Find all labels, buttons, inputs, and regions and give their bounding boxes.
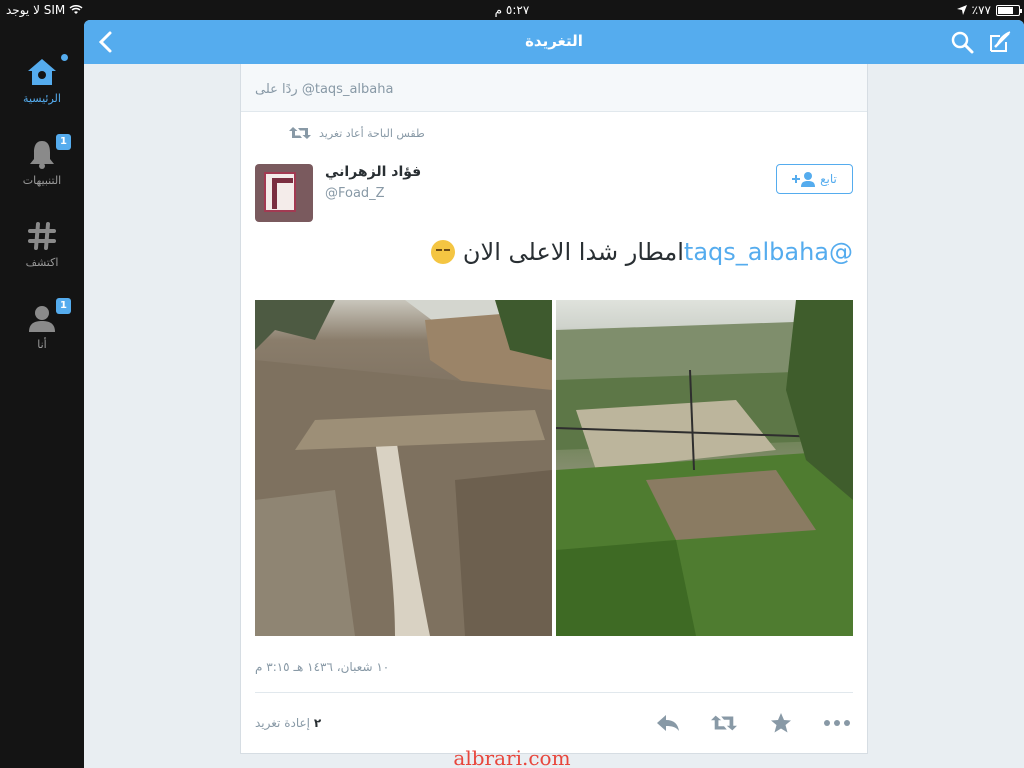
waterfall-photo	[255, 300, 552, 636]
tweet-panel: التغريدة ردًا على @taqs_albaha طقس الباح…	[84, 20, 1024, 768]
add-user-icon	[792, 172, 816, 187]
retweet-count[interactable]: ٢ إعادة تغريد	[255, 716, 321, 730]
author-name[interactable]: فؤاد الزهراني	[325, 164, 421, 180]
favorite-button[interactable]	[768, 712, 794, 734]
status-bar: لا يوجد SIM ٥:٢٧ م ٪٧٧	[0, 0, 1024, 20]
valley-photo	[556, 300, 853, 636]
bell-icon-wrap: 1	[0, 134, 84, 172]
sidebar-item-discover[interactable]: اكتشف	[0, 218, 84, 269]
retweet-count-number: ٢	[313, 716, 322, 730]
divider	[255, 692, 853, 693]
more-dots-icon	[824, 720, 850, 726]
notifications-badge: 1	[56, 134, 71, 150]
watermark: albrari.com	[453, 746, 571, 768]
retweet-icon	[711, 715, 737, 731]
retweeted-by-label: طقس الباحة أعاد تغريد	[319, 126, 425, 140]
sidebar-item-label: التنبيهات	[22, 174, 62, 187]
profile-icon-wrap: 1	[0, 298, 84, 336]
location-arrow-icon	[956, 5, 967, 15]
retweet-button[interactable]	[711, 712, 737, 734]
sidebar: الرئيسية 1 التنبيهات اكتشف 1 أنا	[0, 20, 84, 768]
sidebar-item-home[interactable]: الرئيسية	[0, 54, 84, 105]
sidebar-item-label: اكتشف	[25, 256, 59, 269]
home-unread-dot	[61, 54, 68, 61]
search-icon[interactable]	[950, 30, 974, 54]
sidebar-item-label: أنا	[37, 338, 47, 351]
sidebar-item-label: الرئيسية	[23, 92, 61, 105]
hashtag-icon-wrap	[0, 218, 84, 254]
sidebar-item-notifications[interactable]: 1 التنبيهات	[0, 134, 84, 187]
avatar[interactable]	[255, 164, 313, 222]
home-icon-wrap	[0, 54, 84, 90]
page-title: التغريدة	[525, 32, 583, 50]
more-button[interactable]	[824, 712, 850, 734]
sleeping-face-icon	[431, 240, 456, 264]
replying-to-bar[interactable]: ردًا على @taqs_albaha	[241, 64, 867, 112]
me-badge: 1	[56, 298, 71, 314]
replying-to-text: ردًا على @taqs_albaha	[255, 82, 394, 97]
star-icon	[771, 713, 791, 733]
tweet-photo-1[interactable]	[255, 300, 552, 636]
home-icon	[28, 59, 56, 85]
hashtag-icon	[28, 222, 56, 250]
tweet-body: امطار شدا الاعلى الان	[462, 238, 684, 266]
sidebar-item-me[interactable]: 1 أنا	[0, 298, 84, 351]
battery-fill	[998, 6, 1013, 14]
profile-icon	[29, 306, 55, 332]
reply-button[interactable]	[655, 712, 681, 734]
battery-icon	[996, 4, 1022, 16]
follow-button[interactable]: تابع	[776, 164, 853, 194]
header-bar: التغريدة	[84, 20, 1024, 64]
status-time: ٥:٢٧ م	[494, 3, 530, 17]
avatar-logo	[264, 172, 296, 212]
retweet-count-label: إعادة تغريد	[255, 716, 310, 730]
retweeted-by[interactable]: طقس الباحة أعاد تغريد	[289, 126, 425, 140]
reply-icon	[657, 715, 679, 731]
compose-icon[interactable]	[988, 30, 1012, 54]
author-handle[interactable]: @Foad_Z	[325, 186, 385, 201]
retweet-small-icon	[289, 127, 311, 139]
tweet-text: @taqs_albahaامطار شدا الاعلى الان	[431, 238, 853, 266]
tweet-card: ردًا على @taqs_albaha طقس الباحة أعاد تغ…	[240, 64, 868, 754]
tweet-timestamp: ١٠ شعبان، ١٤٣٦ هـ ٣:١٥ م	[255, 660, 390, 674]
battery-percent: ٪٧٧	[971, 3, 991, 17]
status-right: ٪٧٧	[956, 3, 1022, 17]
tweet-photo-2[interactable]	[556, 300, 853, 636]
tweet-mention[interactable]: @taqs_albaha	[684, 238, 853, 266]
bell-icon	[30, 141, 54, 169]
follow-label: تابع	[820, 172, 837, 186]
